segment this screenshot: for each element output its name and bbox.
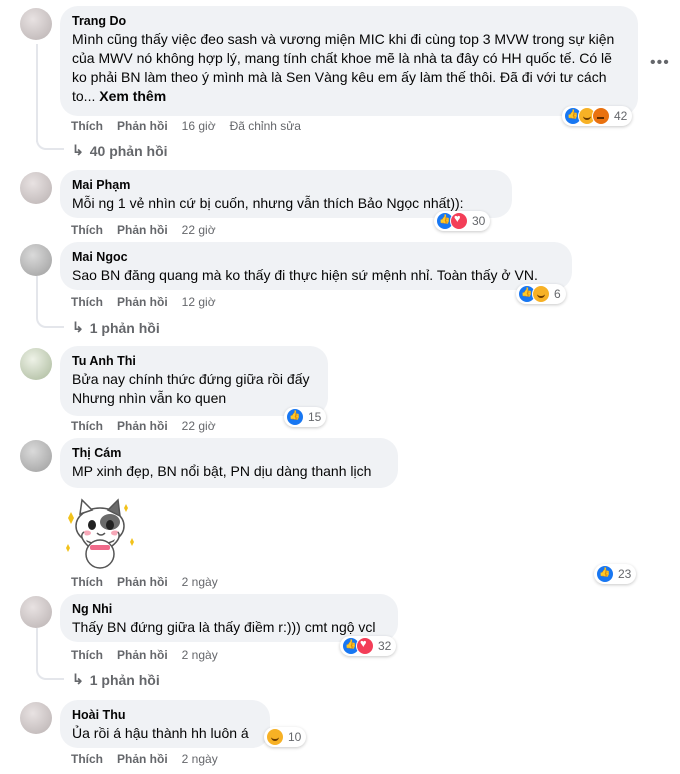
commenter-name[interactable]: Mai Ngoc [72, 250, 560, 264]
comment-text: Mỗi ng 1 vẻ nhìn cứ bị cuốn, nhưng vẫn t… [72, 195, 464, 211]
timestamp[interactable]: 2 ngày [182, 648, 218, 662]
reaction-count: 6 [554, 287, 561, 301]
angry-reaction-icon [592, 107, 610, 125]
like-button[interactable]: Thích [71, 752, 103, 766]
comment-actions: Thích Phản hồi 12 giờ [71, 295, 216, 309]
avatar[interactable] [20, 596, 52, 628]
comment-actions: Thích Phản hồi 2 ngày [71, 575, 218, 589]
reaction-count: 23 [618, 567, 632, 581]
see-more-link[interactable]: Xem thêm [99, 88, 166, 104]
comment-text-line: Bửa nay chính thức đứng giữa rồi đấy [72, 371, 310, 387]
comment-actions: Thích Phản hồi 2 ngày [71, 752, 218, 766]
reaction-summary[interactable]: 6 [516, 284, 566, 304]
reply-button[interactable]: Phản hồi [117, 419, 168, 433]
avatar[interactable] [20, 348, 52, 380]
comment-actions: Thích Phản hồi 22 giờ [71, 223, 216, 237]
reaction-summary[interactable]: 30 [434, 211, 491, 231]
avatar[interactable] [20, 172, 52, 204]
commenter-name[interactable]: Hoài Thu [72, 708, 258, 722]
like-button[interactable]: Thích [71, 295, 103, 309]
comment-text: MP xinh đẹp, BN nổi bật, PN dịu dàng tha… [72, 463, 372, 479]
reaction-count: 32 [378, 639, 392, 653]
comment-bubble: Mai Ngoc Sao BN đăng quang mà ko thấy đi… [60, 242, 572, 290]
avatar[interactable] [20, 702, 52, 734]
timestamp[interactable]: 12 giờ [182, 295, 216, 309]
avatar[interactable] [20, 8, 52, 40]
comment-text: Mình cũng thấy việc đeo sash và vương mi… [72, 31, 615, 104]
haha-reaction-icon [532, 285, 550, 303]
comment-bubble: Thị Cám MP xinh đẹp, BN nổi bật, PN dịu … [60, 438, 398, 488]
view-replies-link[interactable]: ↳ 1 phản hồi [72, 319, 160, 336]
reaction-summary[interactable]: 23 [594, 564, 637, 584]
love-reaction-icon [450, 212, 468, 230]
like-button[interactable]: Thích [71, 648, 103, 662]
thread-curve [36, 660, 64, 680]
timestamp[interactable]: 2 ngày [182, 752, 218, 766]
comment-bubble: Trang Do Mình cũng thấy việc đeo sash và… [60, 6, 638, 116]
reply-button[interactable]: Phản hồi [117, 575, 168, 589]
avatar[interactable] [20, 440, 52, 472]
reaction-count: 10 [288, 730, 302, 744]
reply-button[interactable]: Phản hồi [117, 119, 168, 133]
love-reaction-icon [356, 637, 374, 655]
timestamp[interactable]: 22 giờ [182, 223, 216, 237]
reaction-summary[interactable]: 15 [284, 407, 327, 427]
timestamp[interactable]: 2 ngày [182, 575, 218, 589]
thread-line [36, 44, 38, 142]
like-reaction-icon [596, 565, 614, 583]
thread-curve [36, 130, 64, 150]
avatar[interactable] [20, 244, 52, 276]
view-replies-link[interactable]: ↳ 40 phản hồi [72, 142, 168, 159]
more-horizontal-icon[interactable]: ••• [650, 54, 670, 72]
timestamp[interactable]: 22 giờ [182, 419, 216, 433]
comment-text: Thấy BN đứng giữa là thấy điềm r:))) cmt… [72, 619, 376, 635]
comment-actions: Thích Phản hồi 2 ngày [71, 648, 218, 662]
reaction-summary[interactable]: 42 [562, 106, 633, 126]
like-button[interactable]: Thích [71, 223, 103, 237]
thread-curve [36, 308, 64, 328]
commenter-name[interactable]: Trang Do [72, 14, 626, 28]
comment-bubble: Hoài Thu Ủa rồi á hậu thành hh luôn á [60, 700, 270, 748]
timestamp[interactable]: 16 giờ [182, 119, 216, 133]
edited-label: Đã chỉnh sửa [229, 119, 301, 133]
haha-reaction-icon [266, 728, 284, 746]
like-button[interactable]: Thích [71, 419, 103, 433]
commenter-name[interactable]: Tu Anh Thi [72, 354, 316, 368]
reaction-count: 42 [614, 109, 628, 123]
reaction-count: 15 [308, 410, 322, 424]
reaction-count: 30 [472, 214, 486, 228]
comment-text: Sao BN đăng quang mà ko thấy đi thực hiệ… [72, 267, 538, 283]
like-reaction-icon [286, 408, 304, 426]
comment-text: Ủa rồi á hậu thành hh luôn á [72, 725, 249, 741]
reply-arrow-icon: ↳ [72, 142, 84, 158]
reply-arrow-icon: ↳ [72, 319, 84, 335]
commenter-name[interactable]: Mai Phạm [72, 178, 500, 192]
view-replies-link[interactable]: ↳ 1 phản hồi [72, 671, 160, 688]
commenter-name[interactable]: Ng Nhi [72, 602, 386, 616]
like-button[interactable]: Thích [71, 119, 103, 133]
reply-button[interactable]: Phản hồi [117, 223, 168, 237]
cat-sticker[interactable] [60, 498, 138, 574]
comment-bubble: Tu Anh Thi Bửa nay chính thức đứng giữa … [60, 346, 328, 416]
comment-text-line: Nhưng nhìn vẫn ko quen [72, 390, 227, 406]
reply-arrow-icon: ↳ [72, 671, 84, 687]
reaction-summary[interactable]: 32 [340, 636, 397, 656]
commenter-name[interactable]: Thị Cám [72, 446, 386, 460]
reply-button[interactable]: Phản hồi [117, 648, 168, 662]
comment-actions: Thích Phản hồi 22 giờ [71, 419, 216, 433]
reply-button[interactable]: Phản hồi [117, 295, 168, 309]
comment-actions: Thích Phản hồi 16 giờ Đã chỉnh sửa [71, 119, 301, 133]
reply-button[interactable]: Phản hồi [117, 752, 168, 766]
comment-bubble: Ng Nhi Thấy BN đứng giữa là thấy điềm r:… [60, 594, 398, 642]
reaction-summary[interactable]: 10 [264, 727, 307, 747]
like-button[interactable]: Thích [71, 575, 103, 589]
